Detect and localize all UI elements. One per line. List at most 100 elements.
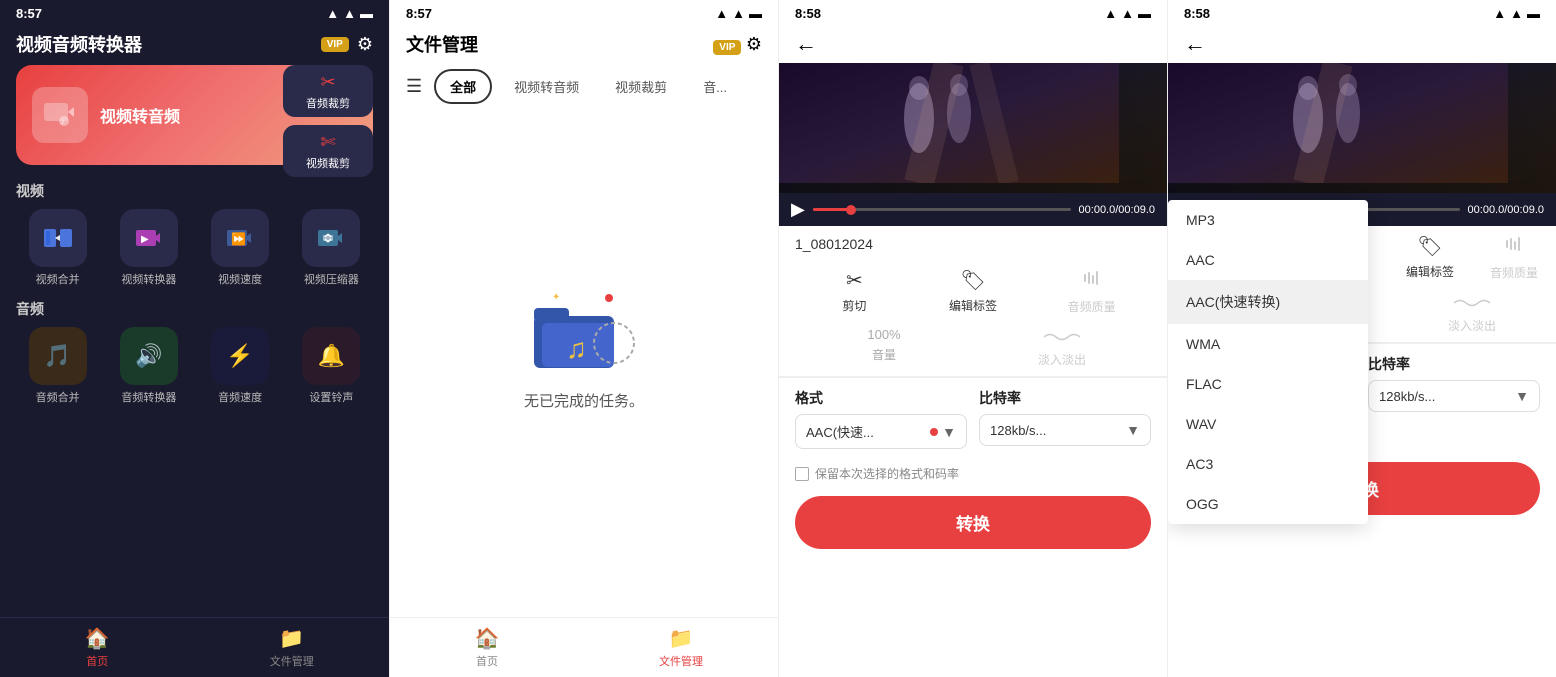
empty-state: ✦ ♫ 无已完成的任务。 [390, 112, 778, 617]
time-2: 8:57 [406, 6, 432, 21]
panel-converter-3: 8:58 ▲ ▲ ▬ ← [778, 0, 1167, 677]
audio-converter-label: 音频转换器 [121, 389, 176, 405]
edit-tag-label-4: 编辑标签 [1406, 263, 1454, 280]
home-icon-2: 🏠 [475, 626, 500, 651]
ringtone-item[interactable]: 🔔 设置铃声 [290, 327, 373, 405]
save-prefs-label-3: 保留本次选择的格式和码率 [815, 465, 959, 482]
video-speed-label: 视频速度 [218, 271, 262, 287]
bitrate-col-3: 比特率 128kb/s... ▼ [979, 388, 1151, 449]
audio-quality-label-4: 音频质量 [1490, 264, 1538, 281]
vip-badge-2[interactable]: VIP [713, 40, 741, 55]
checkbox-row-3: 保留本次选择的格式和码率 [779, 459, 1167, 488]
audio-merge-label: 音频合并 [36, 389, 80, 405]
video-compress-label: 视频压缩器 [304, 271, 359, 287]
format-dropdown-menu: MP3 AAC AAC(快速转换) WMA FLAC WAV AC3 OGG [1168, 200, 1368, 524]
audio-merge-icon: 🎵 [44, 343, 71, 369]
time-1: 8:57 [16, 6, 42, 21]
gear-icon-2[interactable]: ⚙ [746, 34, 762, 54]
video-grid: 视频合并 ▶ 视频转换器 ⏩ 视频速度 [0, 205, 389, 291]
audio-merge-item[interactable]: 🎵 音频合并 [16, 327, 99, 405]
bitrate-value-3: 128kb/s... [990, 423, 1046, 438]
audio-crop-label: 音频裁剪 [306, 95, 350, 111]
cut-icon: ✂ [846, 268, 863, 293]
convert-btn-3[interactable]: 转换 [795, 496, 1151, 549]
hero-label: 视频转音频 [100, 103, 180, 127]
nav-home-2[interactable]: 🏠 首页 [390, 618, 584, 677]
gear-icon-1[interactable]: ⚙ [357, 34, 373, 55]
svg-text:⏩: ⏩ [231, 232, 246, 246]
nav-files-2[interactable]: 📁 文件管理 [584, 618, 778, 677]
dropdown-wma[interactable]: WMA [1168, 324, 1368, 364]
ringtone-icon: 🔔 [318, 343, 345, 369]
dropdown-aac-fast[interactable]: AAC(快速转换) [1168, 280, 1368, 324]
back-btn-3[interactable]: ← [795, 31, 817, 57]
bitrate-col-4: 比特率 128kb/s... ▼ [1368, 354, 1540, 415]
signal-icon-3: ▲ [1104, 6, 1117, 21]
converter-top-4: ← [1168, 27, 1556, 63]
progress-dot-3 [846, 205, 856, 215]
progress-track-3[interactable] [813, 208, 1071, 211]
tab-video-crop[interactable]: 视频裁剪 [601, 71, 681, 102]
bitrate-arrow-3: ▼ [1126, 422, 1140, 438]
status-bar-3: 8:58 ▲ ▲ ▬ [779, 0, 1167, 27]
compress-svg [316, 226, 346, 250]
panel-converter-4: 8:58 ▲ ▲ ▬ ← [1167, 0, 1556, 677]
back-btn-4[interactable]: ← [1184, 31, 1206, 57]
dropdown-ac3[interactable]: AC3 [1168, 444, 1368, 484]
video-merge-item[interactable]: 视频合并 [16, 209, 99, 287]
panel-filemanager: 8:57 ▲ ▲ ▬ 文件管理 VIP ⚙ ☰ 全部 视频转音频 视频裁剪 音.… [389, 0, 778, 677]
nav-files-label-1: 文件管理 [270, 653, 314, 669]
dropdown-wav[interactable]: WAV [1168, 404, 1368, 444]
video-to-audio-icon: ♪ [42, 97, 78, 133]
time-3: 8:58 [795, 6, 821, 21]
audio-quality-action-4: 音频质量 [1472, 234, 1556, 281]
video-converter-item[interactable]: ▶ 视频转换器 [107, 209, 190, 287]
format-label-3: 格式 [795, 388, 967, 408]
battery-icon-3: ▬ [1138, 6, 1151, 21]
dropdown-flac[interactable]: FLAC [1168, 364, 1368, 404]
video-compress-icon [302, 209, 360, 267]
tab-all[interactable]: 全部 [434, 69, 492, 104]
cut-action[interactable]: ✂ 剪切 [795, 268, 914, 315]
bitrate-select-4[interactable]: 128kb/s... ▼ [1368, 380, 1540, 412]
waveform-icon-3 [1042, 327, 1082, 347]
format-arrow-3: ▼ [942, 424, 956, 440]
save-prefs-checkbox-3[interactable] [795, 467, 809, 481]
status-bar-2: 8:57 ▲ ▲ ▬ [390, 0, 778, 27]
play-btn-3[interactable]: ▶ [791, 199, 805, 220]
audio-converter-item[interactable]: 🔊 音频转换器 [107, 327, 190, 405]
format-section-3: 格式 AAC(快速... ▼ 比特率 128kb/s... ▼ [779, 377, 1167, 459]
video-merge-icon [29, 209, 87, 267]
tab-audio[interactable]: 音... [689, 71, 741, 102]
edit-tag-action-4[interactable]: 🏷 编辑标签 [1388, 234, 1472, 281]
dropdown-mp3[interactable]: MP3 [1168, 200, 1368, 240]
format-select-3[interactable]: AAC(快速... ▼ [795, 414, 967, 449]
panel-home: 8:57 ▲ ▲ ▬ 视频音频转换器 VIP ⚙ ♪ 视频转音频 [0, 0, 389, 677]
dropdown-ogg[interactable]: OGG [1168, 484, 1368, 524]
nav-home-label-1: 首页 [86, 653, 108, 669]
tab-video-to-audio[interactable]: 视频转音频 [500, 71, 593, 102]
ringtone-label: 设置铃声 [309, 389, 353, 405]
edit-tag-action[interactable]: 🏷 编辑标签 [914, 268, 1033, 315]
action-row-3: ✂ 剪切 🏷 编辑标签 音频质量 [779, 260, 1167, 323]
audio-converter-icon: 🔊 [135, 343, 162, 369]
nav-home-1[interactable]: 🏠 首页 [0, 618, 195, 677]
status-icons-2: ▲ ▲ ▬ [715, 6, 762, 21]
audio-quality-action: 音频质量 [1032, 268, 1151, 315]
nav-files-1[interactable]: 📁 文件管理 [195, 618, 390, 677]
scissors-icon-2: ✄ [320, 132, 335, 153]
svg-text:♪: ♪ [61, 119, 65, 126]
audio-speed-item[interactable]: ⚡ 音频速度 [199, 327, 282, 405]
bitrate-select-3[interactable]: 128kb/s... ▼ [979, 414, 1151, 446]
video-crop-label: 视频裁剪 [306, 155, 350, 171]
audio-crop-btn[interactable]: ✂ 音频裁剪 [283, 65, 373, 117]
audio-merge-icon-box: 🎵 [29, 327, 87, 385]
bottom-nav-2: 🏠 首页 📁 文件管理 [390, 617, 778, 677]
vip-badge-1[interactable]: VIP [321, 37, 349, 52]
dropdown-aac[interactable]: AAC [1168, 240, 1368, 280]
video-compress-item[interactable]: 视频压缩器 [290, 209, 373, 287]
hamburger-icon[interactable]: ☰ [406, 76, 422, 97]
video-speed-item[interactable]: ⏩ 视频速度 [199, 209, 282, 287]
wifi-icon-2: ▲ [732, 6, 745, 21]
video-crop-btn[interactable]: ✄ 视频裁剪 [283, 125, 373, 177]
